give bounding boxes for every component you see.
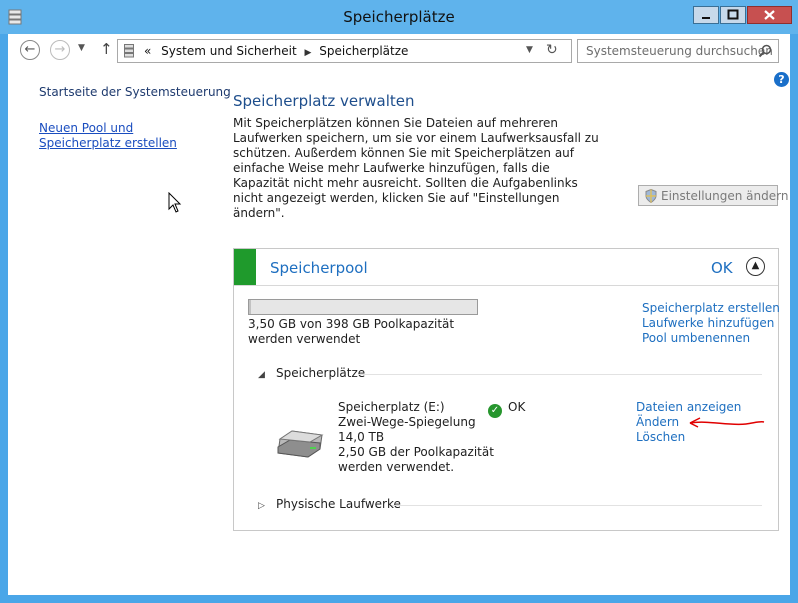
help-icon: ? (778, 73, 785, 86)
uac-shield-icon (645, 189, 657, 203)
storage-space-details: Speicherplatz (E:) Zwei-Wege-Spiegelung … (338, 400, 494, 475)
search-placeholder: Systemsteuerung durchsuchen (586, 44, 773, 58)
search-input[interactable]: Systemsteuerung durchsuchen (577, 39, 779, 63)
recent-pages-dropdown[interactable]: ▼ (78, 43, 85, 53)
breadcrumb: « System und Sicherheit ▶ Speicherplätze (144, 44, 408, 58)
breadcrumb-overflow[interactable]: « (144, 44, 151, 58)
change-settings-label: Einstellungen ändern (661, 189, 789, 203)
storage-space-type: Zwei-Wege-Spiegelung (338, 415, 476, 429)
chevron-down-icon: ▼ (78, 43, 85, 53)
storage-space-size: 14,0 TB (338, 430, 385, 444)
pool-status: OK (711, 259, 733, 277)
window: Speicherplätze ← → ▼ ↑ « System und Sich… (0, 0, 798, 603)
breadcrumb-separator-icon[interactable]: ▶ (301, 48, 316, 58)
section-divider (358, 374, 762, 375)
storage-spaces-icon (124, 44, 134, 58)
storage-space-usage-line1: 2,50 GB der Poolkapazität (338, 445, 494, 459)
forward-button[interactable]: → (50, 40, 70, 60)
storage-pool-panel: Speicherpool OK ▲ 3,50 GB von 398 GB Poo… (233, 248, 780, 531)
maximize-button[interactable] (720, 6, 746, 24)
page-description: Mit Speicherplätzen können Sie Dateien a… (233, 116, 599, 220)
pool-capacity-text: 3,50 GB von 398 GB Poolkapazität werden … (248, 317, 455, 346)
chevron-up-icon: ▲ (751, 260, 760, 271)
up-button[interactable]: ↑ (100, 40, 113, 58)
storage-space-usage-line2: werden verwendet. (338, 460, 455, 474)
chevron-down-icon: ▼ (526, 45, 533, 55)
view-files-link[interactable]: Dateien anzeigen (636, 400, 741, 415)
sidebar-home-link[interactable]: Startseite der Systemsteuerung (39, 85, 231, 99)
create-pool-link[interactable]: Neuen Pool und Speicherplatz erstellen (39, 121, 209, 151)
address-dropdown[interactable]: ▼ (526, 45, 533, 55)
navigation-bar: ← → ▼ ↑ « System und Sicherheit ▶ Speich… (8, 34, 790, 68)
close-icon (764, 10, 775, 20)
storage-space-status: ✓ OK (488, 400, 525, 418)
arrow-left-icon: ← (24, 42, 36, 57)
collapsed-triangle-icon: ▷ (258, 501, 265, 511)
address-bar[interactable]: « System und Sicherheit ▶ Speicherplätze… (117, 39, 572, 63)
breadcrumb-storage-spaces[interactable]: Speicherplätze (319, 44, 408, 58)
physical-drives-section-label: Physische Laufwerke (276, 497, 401, 511)
check-icon: ✓ (488, 404, 502, 418)
breadcrumb-system-security[interactable]: System und Sicherheit (161, 44, 297, 58)
minimize-icon (702, 17, 710, 19)
pool-capacity-bar (248, 299, 478, 315)
physical-drives-section-toggle[interactable]: ▷ Physische Laufwerke (258, 497, 401, 511)
client-area: ← → ▼ ↑ « System und Sicherheit ▶ Speich… (8, 34, 790, 595)
window-title: Speicherplätze (343, 8, 455, 26)
change-settings-button[interactable]: Einstellungen ändern (638, 185, 788, 206)
create-storage-space-link[interactable]: Speicherplatz erstellen (642, 301, 780, 316)
pool-status-indicator (234, 249, 256, 285)
pool-title: Speicherpool (270, 259, 368, 277)
storage-space-drive-icon (277, 430, 324, 458)
help-button[interactable]: ? (774, 72, 789, 87)
page-title: Speicherplatz verwalten (233, 92, 415, 110)
storage-spaces-section-label: Speicherplätze (276, 366, 366, 380)
storage-space-name: Speicherplatz (E:) (338, 400, 445, 414)
maximize-icon (727, 9, 739, 20)
storage-pool-header: Speicherpool OK ▲ (234, 249, 778, 286)
close-button[interactable] (747, 6, 792, 24)
rename-pool-link[interactable]: Pool umbenennen (642, 331, 780, 346)
storage-space-status-text: OK (508, 400, 526, 414)
storage-spaces-section-toggle[interactable]: ◢ Speicherplätze (258, 366, 365, 380)
refresh-icon: ↻ (546, 42, 558, 58)
add-drives-link[interactable]: Laufwerke hinzufügen (642, 316, 780, 331)
pool-task-links: Speicherplatz erstellen Laufwerke hinzuf… (642, 301, 780, 346)
search-icon (758, 44, 772, 58)
pool-capacity-bar-fill (249, 300, 251, 314)
red-arrow-annotation (689, 417, 765, 428)
mouse-cursor-icon (168, 192, 182, 213)
back-button[interactable]: ← (20, 40, 40, 60)
section-divider (392, 505, 762, 506)
title-bar[interactable]: Speicherplätze (0, 0, 798, 34)
refresh-button[interactable]: ↻ (546, 42, 558, 58)
minimize-button[interactable] (693, 6, 719, 24)
arrow-right-icon: → (54, 42, 66, 57)
arrow-up-icon: ↑ (100, 40, 113, 58)
expanded-triangle-icon: ◢ (258, 370, 265, 380)
delete-space-link[interactable]: Löschen (636, 430, 741, 445)
collapse-pool-button[interactable]: ▲ (746, 257, 765, 276)
